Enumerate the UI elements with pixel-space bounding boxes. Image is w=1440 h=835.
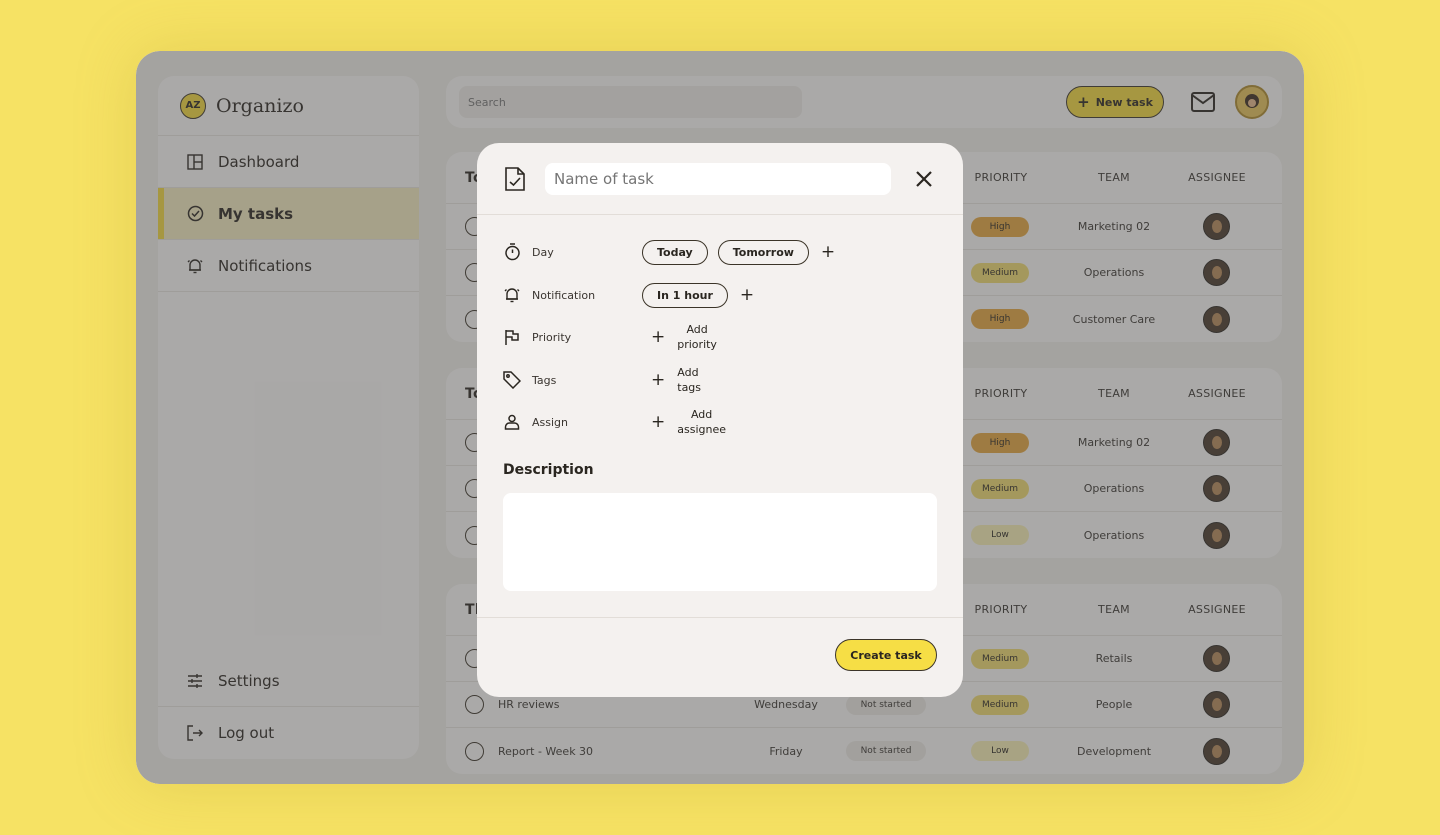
task-name-input[interactable]: [545, 163, 891, 195]
priority-field: Priority + Add priority: [503, 322, 717, 352]
day-label: Day: [532, 245, 554, 259]
plus-icon: +: [651, 369, 666, 390]
chip-tomorrow[interactable]: Tomorrow: [717, 239, 809, 265]
add-assignee-text: assignee: [677, 423, 726, 436]
create-task-modal: Day Today Tomorrow + Notification In 1 h…: [477, 143, 963, 697]
create-task-button[interactable]: Create task: [835, 639, 937, 671]
assign-label: Assign: [532, 415, 568, 429]
add-tags-text: Add: [677, 366, 699, 379]
notification-label: Notification: [532, 288, 596, 302]
add-notification-plus-icon[interactable]: +: [740, 286, 754, 304]
user-icon: [503, 413, 521, 431]
assign-field: Assign + Add assignee: [503, 407, 726, 437]
add-tags-text: tags: [677, 381, 702, 394]
add-assignee-button[interactable]: + Add assignee: [642, 407, 726, 437]
add-tags-button[interactable]: + Add tags: [642, 365, 701, 395]
description-label: Description: [503, 462, 594, 478]
plus-icon: +: [651, 326, 666, 347]
notification-field: Notification In 1 hour +: [503, 280, 754, 310]
timer-icon: [503, 243, 521, 261]
chip-in-1-hour[interactable]: In 1 hour: [642, 282, 728, 308]
tags-label: Tags: [532, 373, 557, 387]
tags-field: Tags + Add tags: [503, 365, 701, 395]
add-assignee-text: Add: [690, 408, 713, 421]
description-input[interactable]: [503, 493, 937, 591]
day-field: Day Today Tomorrow +: [503, 237, 835, 267]
add-priority-text: Add: [686, 323, 708, 336]
bell-icon: [503, 286, 521, 304]
modal-footer: Create task: [477, 617, 963, 697]
close-icon[interactable]: [914, 169, 934, 189]
chip-today[interactable]: Today: [642, 239, 708, 265]
modal-header: [477, 143, 963, 215]
add-priority-button[interactable]: + Add priority: [642, 322, 717, 352]
flag-icon: [503, 328, 521, 346]
priority-label: Priority: [532, 330, 572, 344]
add-priority-text: priority: [677, 338, 717, 351]
tag-icon: [503, 371, 521, 389]
plus-icon: +: [651, 411, 666, 432]
add-day-plus-icon[interactable]: +: [821, 243, 835, 261]
document-check-icon: [505, 167, 525, 191]
